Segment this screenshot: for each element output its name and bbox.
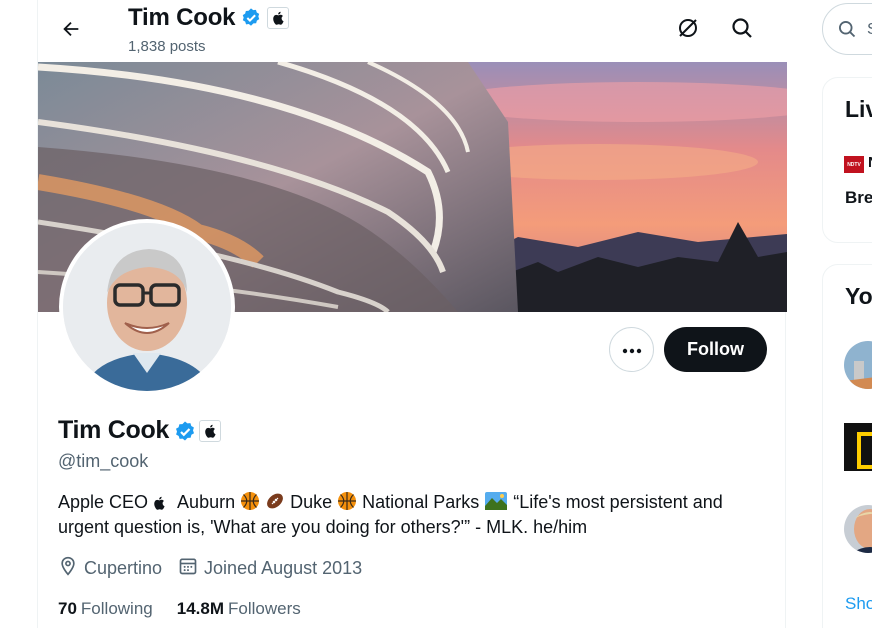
recommended-account-avatar[interactable]: [844, 505, 872, 553]
grok-button[interactable]: [670, 12, 706, 48]
search-profile-button[interactable]: [724, 12, 760, 48]
apple-affiliate-badge-icon[interactable]: [199, 419, 222, 442]
national-geographic-logo-icon[interactable]: [844, 423, 872, 471]
bio-text: Auburn: [173, 492, 241, 512]
followers-link[interactable]: 14.8M Followers: [177, 599, 301, 619]
live-heading: Liv: [845, 96, 872, 122]
profile-bio: Apple CEO Auburn Duke National Parks “Li…: [58, 490, 758, 540]
following-link[interactable]: 70 Following: [58, 599, 153, 619]
verified-badge-icon: [240, 7, 262, 29]
followers-label: Followers: [227, 599, 301, 618]
header-title: Tim Cook: [128, 4, 290, 32]
profile-handle: @tim_cook: [58, 451, 149, 471]
follow-button[interactable]: Follow: [664, 327, 767, 372]
location-text: Cupertino: [84, 558, 163, 578]
live-source: N: [868, 154, 872, 171]
header-name: Tim Cook: [128, 4, 236, 31]
following-label: Following: [80, 599, 153, 618]
recommended-account-avatar[interactable]: [844, 341, 872, 389]
profile-name-row: Tim Cook: [58, 416, 222, 445]
basketball-emoji-icon: [240, 491, 260, 511]
more-options-button[interactable]: [609, 327, 654, 372]
live-card: Liv NDTV N Bre: [822, 77, 872, 243]
location-pin-icon: [58, 556, 78, 581]
bio-text: Apple CEO: [58, 492, 154, 512]
search-icon: [837, 19, 857, 44]
calendar-icon: [178, 556, 198, 581]
profile-column: Tim Cook 1,838 posts Follow Tim Cook @ti…: [37, 0, 787, 628]
national-park-emoji-icon: [484, 491, 508, 511]
search-placeholder: S: [867, 21, 872, 39]
joined-text: Joined August 2013: [204, 558, 363, 578]
profile-avatar[interactable]: [59, 219, 235, 395]
search-input[interactable]: S: [822, 3, 872, 55]
ellipsis-icon: [622, 341, 642, 359]
search-icon: [730, 16, 754, 45]
football-emoji-icon: [265, 491, 285, 511]
profile-stats: 70 Following 14.8M Followers: [58, 599, 325, 619]
live-headline[interactable]: Bre: [845, 188, 872, 208]
profile-header-bar: Tim Cook 1,838 posts: [38, 0, 787, 62]
back-button[interactable]: [54, 14, 88, 48]
arrow-left-icon: [60, 18, 82, 45]
basketball-emoji-icon: [337, 491, 357, 511]
apple-affiliate-badge-icon[interactable]: [267, 7, 290, 29]
profile-location: Cupertino: [58, 556, 162, 581]
header-post-count: 1,838 posts: [128, 38, 206, 55]
apple-logo-icon: [153, 493, 173, 513]
you-might-like-heading: Yo: [845, 283, 872, 309]
bio-text: Duke: [285, 492, 338, 512]
show-more-link[interactable]: Sho: [845, 594, 872, 614]
verified-badge-icon[interactable]: [173, 420, 195, 442]
profile-meta: Cupertino Joined August 2013: [58, 556, 378, 581]
profile-joined: Joined August 2013: [178, 556, 362, 581]
profile-name: Tim Cook: [58, 416, 170, 444]
ndtv-logo-icon: NDTV: [844, 156, 864, 173]
you-might-like-card: Yo Sho: [822, 264, 872, 628]
followers-count: 14.8M: [176, 599, 224, 618]
grok-slash-circle-icon: [676, 16, 700, 45]
bio-text: National Parks: [357, 492, 485, 512]
following-count: 70: [58, 599, 77, 618]
